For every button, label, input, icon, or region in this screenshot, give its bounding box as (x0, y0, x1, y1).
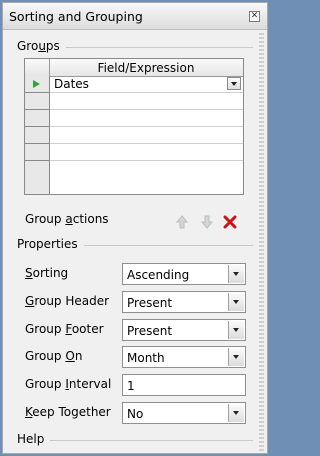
delete-icon[interactable] (223, 215, 237, 229)
resize-grip[interactable] (259, 33, 264, 451)
field-dropdown-button[interactable] (227, 77, 241, 90)
group-header-value: Present (127, 296, 173, 310)
keep-together-label: Keep Together (25, 405, 111, 419)
grid-row[interactable] (50, 93, 243, 110)
chevron-down-icon (230, 81, 237, 86)
group-on-select[interactable]: Month (122, 346, 246, 368)
properties-section: Properties (17, 237, 253, 251)
group-header-select[interactable]: Present (122, 291, 246, 313)
group-interval-input[interactable]: 1 (122, 374, 246, 396)
grid-header: Field/Expression (25, 59, 243, 77)
group-header-label: Group Header (25, 294, 110, 308)
grid-row[interactable] (50, 110, 243, 127)
group-interval-value: 1 (127, 379, 135, 393)
window-title: Sorting and Grouping (9, 9, 143, 24)
keep-together-value: No (127, 407, 144, 421)
row-header-current[interactable] (25, 76, 49, 93)
move-down-icon[interactable] (200, 215, 214, 229)
row-header[interactable] (25, 110, 49, 127)
row-header[interactable] (25, 127, 49, 144)
sorting-label: Sorting (25, 266, 69, 280)
sorting-select[interactable]: Ascending (122, 263, 246, 285)
chevron-down-icon (233, 411, 239, 415)
group-header-dropdown-button[interactable] (228, 293, 244, 311)
close-icon: ✕ (250, 11, 259, 21)
grid-header-corner (25, 59, 50, 76)
close-button[interactable]: ✕ (249, 11, 260, 22)
title-bar[interactable]: Sorting and Grouping ✕ (3, 3, 267, 30)
group-on-value: Month (127, 351, 165, 365)
help-section-label: Help (17, 432, 51, 446)
move-up-icon[interactable] (175, 215, 189, 229)
group-footer-dropdown-button[interactable] (228, 321, 244, 339)
chevron-down-icon (233, 300, 239, 304)
keep-together-select[interactable]: No (122, 402, 246, 424)
section-divider (17, 440, 253, 441)
group-on-dropdown-button[interactable] (228, 348, 244, 366)
group-footer-label: Group Footer (25, 322, 104, 336)
group-interval-label: Group Interval (25, 377, 112, 391)
current-row-icon (33, 80, 40, 88)
grid-row[interactable] (50, 144, 243, 161)
chevron-down-icon (233, 355, 239, 359)
keep-together-dropdown-button[interactable] (228, 404, 244, 422)
group-actions-label: Group actions (25, 212, 109, 226)
row-header[interactable] (25, 144, 49, 161)
chevron-down-icon (233, 272, 239, 276)
group-on-label: Group On (25, 349, 83, 363)
sorting-value: Ascending (127, 268, 190, 282)
sorting-dropdown-button[interactable] (228, 265, 244, 283)
grid-row[interactable] (50, 127, 243, 144)
group-footer-value: Present (127, 324, 173, 338)
groups-grid[interactable]: Field/Expression Dates (24, 58, 244, 195)
groups-section: Groups (17, 39, 253, 53)
sorting-grouping-dialog: Sorting and Grouping ✕ Groups Field/Expr… (2, 2, 268, 454)
field-expression-column-header: Field/Expression (97, 61, 195, 75)
row-headers (25, 76, 50, 194)
groups-section-label: Groups (17, 39, 66, 53)
grid-row[interactable]: Dates (50, 76, 243, 93)
chevron-down-icon (233, 328, 239, 332)
group-footer-select[interactable]: Present (122, 319, 246, 341)
row-header[interactable] (25, 93, 49, 110)
help-section: Help (17, 432, 253, 446)
properties-section-label: Properties (17, 237, 84, 251)
field-expression-value: Dates (54, 77, 89, 91)
